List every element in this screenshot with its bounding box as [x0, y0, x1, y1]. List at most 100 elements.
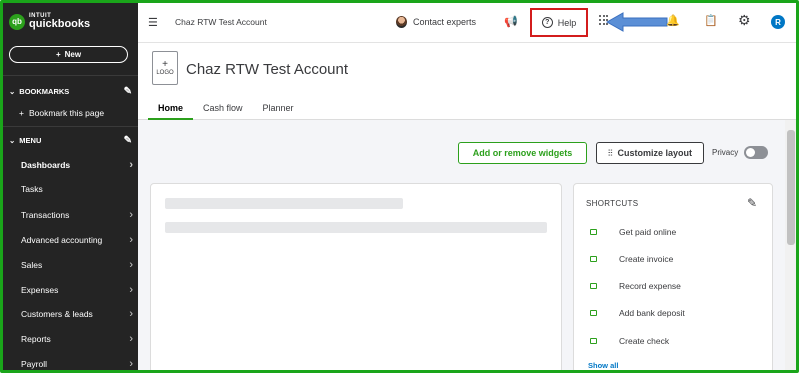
shortcut-create-invoice[interactable]: Create invoice: [590, 254, 673, 264]
edit-shortcuts-pencil-icon[interactable]: ✎: [747, 196, 757, 210]
customize-layout-button[interactable]: ⫶⫶ Customize layout: [596, 142, 704, 164]
logo-quickbooks-text: quickbooks: [29, 18, 91, 30]
help-label: Help: [557, 17, 577, 28]
quickbooks-badge-icon: qb: [9, 13, 25, 30]
chevron-right-icon: ›: [129, 333, 133, 345]
chevron-right-icon: ›: [129, 259, 133, 271]
shortcut-get-paid-online[interactable]: Get paid online: [590, 227, 676, 237]
chevron-down-icon: ⌄: [9, 136, 16, 145]
shortcut-label: Add bank deposit: [619, 308, 685, 318]
bell-icon[interactable]: 🔔: [666, 14, 680, 27]
expense-icon: [590, 283, 597, 289]
clipboard-icon[interactable]: 📋: [704, 14, 718, 27]
check-icon: [590, 338, 597, 344]
sidebar-item-transactions[interactable]: Transactions ›: [21, 209, 133, 221]
app-window: qb INTUIT quickbooks + New ⌄ BOOKMARKS ✎…: [0, 0, 799, 373]
gear-icon[interactable]: ⚙: [738, 12, 751, 29]
contact-experts-label: Contact experts: [413, 17, 477, 27]
menu-title: MENU: [19, 136, 42, 145]
page-scrollbar[interactable]: [785, 120, 796, 370]
collapse-menu-icon[interactable]: ☰: [148, 16, 158, 29]
top-bar: ☰ Chaz RTW Test Account Contact experts …: [138, 3, 796, 43]
sidebar-divider: [3, 75, 138, 76]
sidebar-item-label: Customers & leads: [21, 309, 93, 319]
shortcut-label: Create invoice: [619, 254, 674, 264]
add-logo-button[interactable]: + LOGO: [152, 51, 178, 85]
sidebar-item-payroll[interactable]: Payroll ›: [21, 358, 133, 370]
sidebar-item-customers-leads[interactable]: Customers & leads ›: [21, 308, 133, 320]
sidebar-item-label: Payroll: [21, 359, 47, 369]
help-button[interactable]: ? Help: [530, 8, 588, 37]
sidebar-item-dashboards[interactable]: Dashboards ›: [21, 159, 133, 171]
new-button[interactable]: + New: [9, 46, 128, 63]
skeleton-line: [165, 222, 547, 233]
expert-avatar-icon: [396, 16, 407, 28]
tab-cash-flow[interactable]: Cash flow: [193, 100, 253, 120]
chevron-down-icon: ⌄: [9, 87, 16, 96]
sidebar-item-label: Expenses: [21, 285, 59, 295]
edit-menu-pencil-icon[interactable]: ✎: [124, 135, 132, 146]
sidebar-item-reports[interactable]: Reports ›: [21, 333, 133, 345]
bank-deposit-icon: [590, 310, 597, 316]
sidebar-item-label: Sales: [21, 260, 43, 270]
bookmark-this-page-label: Bookmark this page: [28, 108, 105, 118]
sidebar-item-tasks[interactable]: Tasks: [21, 184, 133, 194]
bookmark-this-page[interactable]: + Bookmark this page: [19, 108, 104, 118]
page-header: + LOGO Chaz RTW Test Account Home Cash f…: [138, 43, 796, 120]
customize-layout-label: Customize layout: [617, 148, 693, 158]
chevron-right-icon: ›: [129, 159, 133, 171]
skeleton-line: [165, 198, 403, 209]
bookmarks-title: BOOKMARKS: [19, 87, 70, 96]
scrollbar-thumb[interactable]: [787, 130, 795, 245]
plus-icon: +: [55, 50, 61, 59]
shortcut-add-bank-deposit[interactable]: Add bank deposit: [590, 308, 685, 318]
quickbooks-logo[interactable]: qb INTUIT quickbooks: [9, 13, 90, 30]
sidebar-item-label: Advanced accounting: [21, 235, 103, 245]
contact-experts-button[interactable]: Contact experts: [396, 16, 476, 28]
sliders-icon: ⫶⫶: [607, 147, 613, 158]
chevron-right-icon: ›: [129, 284, 133, 296]
widget-card-loading: [150, 183, 562, 370]
user-avatar[interactable]: R: [771, 15, 785, 29]
shortcut-record-expense[interactable]: Record expense: [590, 281, 681, 291]
shortcut-label: Create check: [619, 336, 670, 346]
logo-placeholder-label: LOGO: [156, 70, 174, 76]
shortcut-label: Record expense: [619, 281, 681, 291]
invoice-icon: [590, 256, 597, 262]
sidebar-divider: [3, 126, 138, 127]
privacy-label: Privacy: [712, 148, 739, 157]
tab-home[interactable]: Home: [148, 100, 194, 120]
tab-planner[interactable]: Planner: [253, 100, 304, 120]
sidebar-item-label: Reports: [21, 334, 51, 344]
company-name: Chaz RTW Test Account: [175, 17, 267, 27]
shortcut-label: Get paid online: [619, 227, 677, 237]
shortcuts-card: SHORTCUTS ✎ Get paid online Create invoi…: [573, 183, 773, 370]
sidebar-item-expenses[interactable]: Expenses ›: [21, 284, 133, 296]
chevron-right-icon: ›: [129, 358, 133, 370]
show-all-link[interactable]: Show all: [588, 361, 618, 370]
bookmarks-section[interactable]: ⌄ BOOKMARKS ✎: [9, 86, 132, 97]
chevron-right-icon: ›: [129, 209, 133, 221]
menu-section[interactable]: ⌄ MENU ✎: [9, 135, 132, 146]
dashboard-tabs: Home Cash flow Planner: [148, 100, 304, 120]
shortcut-create-check[interactable]: Create check: [590, 336, 669, 346]
sidebar-item-sales[interactable]: Sales ›: [21, 259, 133, 271]
payment-icon: [590, 229, 597, 235]
plus-icon: +: [162, 59, 168, 70]
plus-icon: +: [19, 108, 24, 118]
sidebar-item-label: Dashboards: [21, 160, 71, 170]
edit-bookmarks-pencil-icon[interactable]: ✎: [124, 86, 132, 97]
chevron-right-icon: ›: [129, 234, 133, 246]
chevron-right-icon: ›: [129, 308, 133, 320]
new-button-label: New: [64, 50, 82, 59]
sidebar-item-label: Tasks: [21, 184, 43, 194]
annotation-arrow-icon: [606, 12, 668, 32]
privacy-toggle[interactable]: [744, 146, 768, 159]
page-title: Chaz RTW Test Account: [186, 61, 349, 78]
shortcuts-title: SHORTCUTS: [586, 199, 639, 208]
sidebar-item-advanced-accounting[interactable]: Advanced accounting ›: [21, 234, 133, 246]
sidebar-item-label: Transactions: [21, 210, 70, 220]
megaphone-icon[interactable]: 📢: [504, 15, 518, 28]
add-remove-widgets-button[interactable]: Add or remove widgets: [458, 142, 587, 164]
sidebar: qb INTUIT quickbooks + New ⌄ BOOKMARKS ✎…: [3, 3, 138, 370]
